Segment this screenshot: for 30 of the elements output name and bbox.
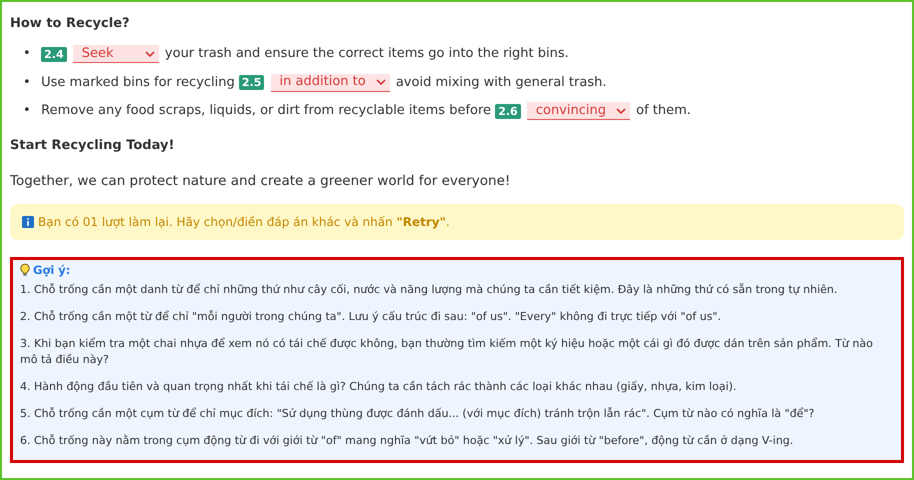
notice-text: Bạn có 01 lượt làm lại. Hãy chọn/điền đáp án khác và nhấn "Retry".: [38, 214, 450, 230]
hint-text: 6. Chỗ trống này nằm trong cụm động từ đi với giới từ "of" mang nghĩa "vứt bỏ" hoặc "xử lý". Sau giới từ "before", động từ cần ở dạng V-ing.: [20, 432, 794, 449]
sentence-text: Use marked bins for recycling: [41, 74, 235, 90]
bullet: •: [23, 45, 32, 63]
sentence-text: your trash and ensure the correct items go into the right bins.: [164, 46, 569, 61]
bullet: •: [23, 74, 32, 92]
hints-title: Gợi ý:: [33, 262, 70, 277]
hint-text: 1. Chỗ trống cần một danh từ để chỉ những thứ như cây cối, nước và năng lượng mà chúng ta cần tiết kiệm. Đây là những thứ có sẵn trong tự nhiên.: [20, 282, 838, 298]
hint-text: 2. Chỗ trống cần một từ để chỉ "mỗi người trong chúng ta". Lưu ý cấu trúc đi sau: "of us". "Every" không đi trực tiếp với "of us".: [20, 308, 722, 325]
question-number: 2.5: [238, 75, 264, 90]
lightbulb-icon: [20, 262, 30, 277]
chevron-down-icon: [616, 108, 626, 114]
info-icon: [22, 216, 34, 228]
question-number: 2.6: [495, 104, 521, 119]
chevron-down-icon: [144, 50, 155, 56]
chevron-down-icon: [376, 79, 386, 86]
section-heading: Start Recycling Today!: [10, 136, 176, 155]
bullet: •: [23, 102, 32, 120]
hint-text: 3. Khi bạn kiểm tra một chai nhựa để xem nó có tái chế được không, bạn thường tìm kiếm một ký hiệu hoặc một cái gì đó được dán trên sản phẩm. Từ nào mô tả điều này?: [20, 336, 874, 368]
hint-text: 5. Chỗ trống cần một cụm từ để chỉ mục đích: "Sử dụng thùng được đánh dấu... (với mục đích) tránh trộn lẫn rác". Cụm từ nào có nghĩa là "để"?: [20, 406, 816, 422]
sentence-text: avoid mixing with general trash.: [396, 74, 606, 90]
closing-text: Together, we can protect nature and create a greener world for everyone!: [10, 172, 512, 191]
answer-dropdown[interactable]: Seek: [72, 45, 159, 63]
question-number: 2.4: [41, 46, 67, 62]
sentence-text: Remove any food scraps, liquids, or dirt from recyclable items before: [41, 103, 492, 118]
sentence-text: of them.: [636, 103, 691, 118]
answer-dropdown[interactable]: in addition to: [270, 74, 390, 92]
answer-dropdown[interactable]: convincing: [526, 102, 630, 120]
hint-text: 4. Hành động đầu tiên và quan trọng nhất khi tái chế là gì? Chúng ta cần tách rác thành các loại khác nhau (giấy, nhựa, kim loại).: [20, 378, 738, 395]
section-heading: How to Recycle?: [10, 15, 131, 33]
